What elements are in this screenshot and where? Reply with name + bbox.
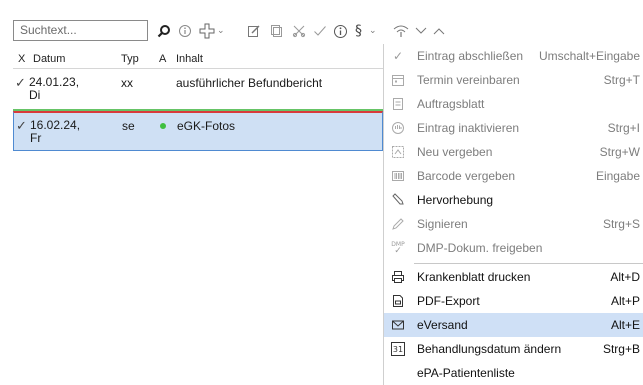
menu-item-dmp-freigeben[interactable]: DMP ✓ DMP-Dokum. freigeben <box>384 236 643 260</box>
menu-item-behandlungsdatum-aendern[interactable]: 31 Behandlungsdatum ändern Strg+B <box>384 337 643 361</box>
menu-item-epa-patientenliste[interactable]: ePA-Patientenliste <box>384 361 643 385</box>
chevron-down-icon[interactable] <box>415 20 427 42</box>
check-mark: ✓ <box>15 76 26 91</box>
row-content: eGK-Fotos <box>177 119 236 133</box>
context-menu: ✓ Eintrag abschließen Umschalt+Eingabe T… <box>383 44 643 385</box>
signal-icon[interactable] <box>393 20 409 42</box>
table-row[interactable]: ✓ 24.01.23, Di xx ausführlicher Befundber… <box>13 70 383 108</box>
menu-item-pdf-export[interactable]: PDF-Export Alt+P <box>384 289 643 313</box>
add-icon[interactable] <box>199 20 215 42</box>
paragraph-icon[interactable]: § <box>355 20 362 42</box>
search-input[interactable]: Suchtext... <box>13 20 148 41</box>
reassign-icon <box>390 144 406 160</box>
menu-item-auftragsblatt[interactable]: Auftragsblatt <box>384 92 643 116</box>
highlighter-icon <box>390 192 406 208</box>
chevron-down-icon[interactable]: ⌄ <box>217 20 225 42</box>
row-content: ausführlicher Befundbericht <box>176 76 323 90</box>
info-circle-icon[interactable] <box>333 20 348 42</box>
column-header-inhalt[interactable]: Inhalt <box>176 53 203 65</box>
chevron-up-icon[interactable] <box>433 20 445 42</box>
row-type: xx <box>121 76 133 90</box>
column-header-a[interactable]: A <box>159 53 166 65</box>
menu-item-signieren[interactable]: Signieren Strg+S <box>384 212 643 236</box>
info-icon[interactable] <box>178 20 192 42</box>
edit-icon[interactable] <box>247 20 261 42</box>
chevron-down-icon[interactable]: ⌄ <box>369 20 377 42</box>
delete-icon[interactable] <box>292 20 306 42</box>
clipboard-icon <box>390 96 406 112</box>
search-icon[interactable] <box>157 20 171 42</box>
calendar-31-icon: 31 <box>390 341 406 357</box>
row-type: se <box>122 119 135 133</box>
barcode-icon <box>390 168 406 184</box>
column-header-typ[interactable]: Typ <box>121 53 139 65</box>
copy-icon[interactable] <box>270 20 284 42</box>
calendar-icon <box>390 72 406 88</box>
menu-item-krankenblatt-drucken[interactable]: Krankenblatt drucken Alt+D <box>384 265 643 289</box>
menu-item-eintrag-abschliessen[interactable]: ✓ Eintrag abschließen Umschalt+Eingabe <box>384 44 643 68</box>
row-date: 24.01.23, Di <box>29 75 80 102</box>
mail-icon <box>390 317 406 333</box>
menu-item-neu-vergeben[interactable]: Neu vergeben Strg+W <box>384 140 643 164</box>
check-mark: ✓ <box>16 119 27 134</box>
print-icon <box>390 269 406 285</box>
pen-icon <box>390 216 406 232</box>
check-icon[interactable] <box>313 20 327 42</box>
menu-item-hervorhebung[interactable]: Hervorhebung <box>384 188 643 212</box>
menu-item-eversand[interactable]: eVersand Alt+E <box>384 313 643 337</box>
column-header-x[interactable]: X <box>18 53 25 65</box>
list-header: X Datum Typ A Inhalt <box>13 49 383 69</box>
toolbar: Suchtext... ⌄ § ⌄ <box>0 0 643 44</box>
hand-icon <box>390 120 406 136</box>
menu-item-eintrag-inaktivieren[interactable]: Eintrag inaktivieren Strg+I <box>384 116 643 140</box>
column-header-datum[interactable]: Datum <box>33 53 65 65</box>
check-icon: ✓ <box>392 49 404 63</box>
status-dot <box>160 123 166 129</box>
menu-separator <box>414 263 643 264</box>
menu-item-termin-vereinbaren[interactable]: Termin vereinbaren Strg+T <box>384 68 643 92</box>
row-date: 16.02.24, Fr <box>30 118 81 145</box>
table-row-selected[interactable]: ✓ 16.02.24, Fr se eGK-Fotos <box>13 111 383 151</box>
menu-item-barcode-vergeben[interactable]: Barcode vergeben Eingabe <box>384 164 643 188</box>
dmp-icon: DMP ✓ <box>391 241 405 256</box>
pdf-icon <box>390 293 406 309</box>
